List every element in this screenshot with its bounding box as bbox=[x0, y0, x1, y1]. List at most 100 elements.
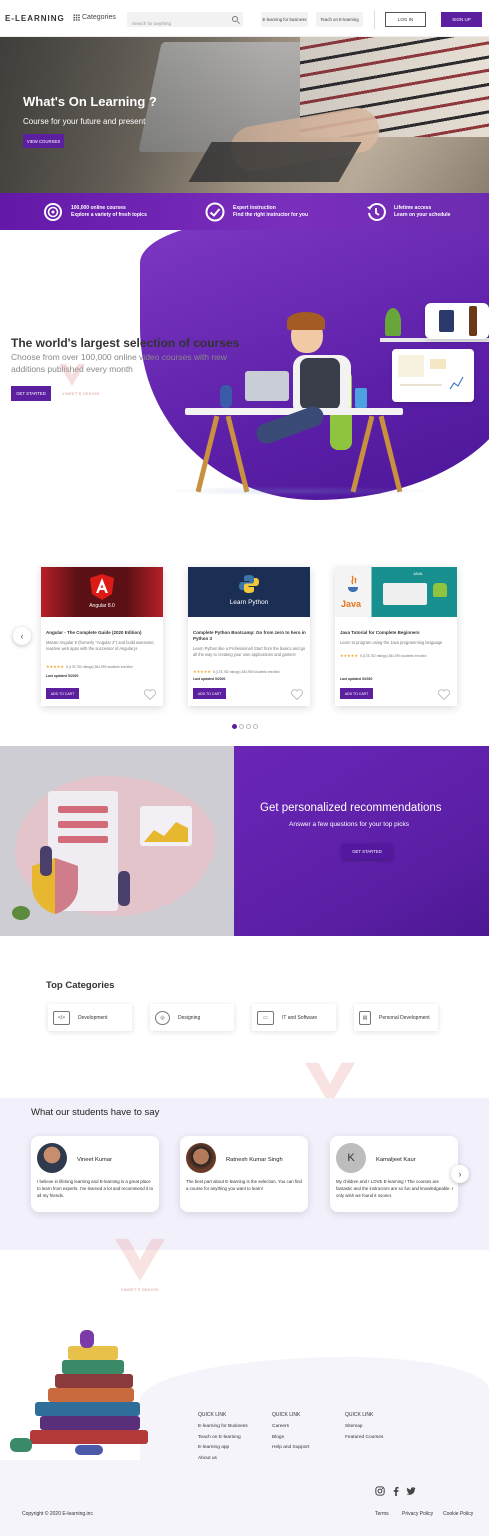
privacy-policy-link[interactable]: Privacy Policy bbox=[402, 1511, 433, 1517]
course-updated: Last updated 5/2020 bbox=[340, 677, 373, 681]
avatar: K bbox=[336, 1143, 366, 1173]
footer-column: QUICK LINK E-learning for Business Teach… bbox=[198, 1412, 248, 1464]
categories-label: Categories bbox=[82, 14, 116, 21]
course-card[interactable]: Java JAVA Java Tutorial for Complete Beg… bbox=[335, 567, 457, 706]
recommendations-section: Get personalized recommendations Answer … bbox=[0, 746, 489, 936]
category-label: Personal Development bbox=[379, 1014, 430, 1021]
category-label: Designing bbox=[178, 1014, 201, 1021]
terms-link[interactable]: Terms bbox=[375, 1511, 389, 1517]
testimonial-text: I believe in lifelong learning and E-lea… bbox=[37, 1179, 154, 1198]
python-logo-icon bbox=[239, 575, 259, 593]
testimonial-name: Vineet Kumar bbox=[77, 1157, 113, 1163]
facebook-icon[interactable] bbox=[391, 1486, 401, 1496]
hero-overlay bbox=[0, 37, 489, 193]
category-card[interactable]: ◎ Designing bbox=[150, 1004, 234, 1031]
category-card[interactable]: </> Development bbox=[48, 1004, 132, 1031]
watermark-text: VINEET'S DESIGN bbox=[121, 1288, 159, 1292]
features-strip: 100,000 online courses Explore a variety … bbox=[0, 193, 489, 230]
footer-heading: QUICK LINK bbox=[272, 1412, 301, 1418]
recommendations-get-started-button[interactable]: GET STARTED bbox=[342, 844, 392, 859]
testimonials-next-button[interactable]: › bbox=[451, 1165, 469, 1183]
carousel-prev-button[interactable]: ‹ bbox=[13, 627, 31, 645]
instagram-icon[interactable] bbox=[375, 1486, 385, 1496]
palette-icon: ◎ bbox=[155, 1010, 170, 1025]
category-card[interactable]: ▭ IT and Software bbox=[252, 1004, 336, 1031]
search-icon[interactable] bbox=[232, 16, 238, 22]
java-logo-icon bbox=[348, 575, 358, 592]
books-illustration bbox=[0, 1330, 160, 1465]
footer-link[interactable]: Careers bbox=[272, 1422, 309, 1433]
footer-background bbox=[0, 1460, 489, 1536]
carousel-dot[interactable] bbox=[239, 724, 244, 729]
get-started-button[interactable]: GET STARTED bbox=[11, 386, 51, 401]
course-updated: Last updated 5/2020 bbox=[193, 677, 226, 681]
heart-icon[interactable] bbox=[144, 689, 156, 700]
heart-icon[interactable] bbox=[438, 689, 450, 700]
testimonial-text: The best part about E-learning is the se… bbox=[186, 1179, 302, 1191]
twitter-icon[interactable] bbox=[406, 1486, 416, 1496]
course-card[interactable]: Learn Python Complete Python Bootcamp: G… bbox=[188, 567, 310, 706]
login-button[interactable]: LOG IN bbox=[385, 12, 426, 27]
carousel-dot[interactable] bbox=[232, 724, 237, 729]
footer-heading: QUICK LINK bbox=[345, 1412, 374, 1418]
category-label: IT and Software bbox=[282, 1014, 318, 1021]
footer-link[interactable]: About us bbox=[198, 1454, 248, 1465]
testimonial-card: Ratnesh Kumar Singh The best part about … bbox=[180, 1136, 308, 1212]
category-card[interactable]: ▤ Personal Development bbox=[354, 1004, 438, 1031]
chevron-left-icon: ‹ bbox=[20, 631, 24, 641]
add-to-cart-button[interactable]: ADD TO CART bbox=[46, 688, 79, 699]
footer-link[interactable]: Teach on E-learning bbox=[198, 1433, 248, 1444]
lamp-illustration bbox=[220, 385, 232, 408]
carousel-dot[interactable] bbox=[253, 724, 258, 729]
laptop-illustration bbox=[245, 371, 289, 401]
cookie-policy-link[interactable]: Cookie Policy bbox=[443, 1511, 473, 1517]
course-thumbnail: Angular 8.0 bbox=[41, 567, 163, 617]
course-title[interactable]: Java Tutorial for Complete Beginners bbox=[340, 630, 454, 636]
signup-button[interactable]: SIGN UP bbox=[441, 12, 482, 27]
footer-link[interactable]: E-learning for Business bbox=[198, 1422, 248, 1433]
footer-link[interactable]: Featured Courses bbox=[345, 1433, 383, 1444]
whiteboard-illustration bbox=[392, 349, 474, 402]
teach-button[interactable]: Teach on E-learning bbox=[316, 12, 363, 27]
feature-item: Lifetime access Learn on your schedule bbox=[366, 202, 450, 222]
search-input[interactable] bbox=[127, 16, 227, 31]
cup-illustration bbox=[355, 388, 367, 408]
site-header: E-LEARNING Categories E-learning for bus… bbox=[0, 0, 489, 37]
courses-carousel: ‹ Angular 8.0 Angular - The Complete Gui… bbox=[0, 540, 489, 740]
hero-banner: What's On Learning ? Course for your fut… bbox=[0, 37, 489, 193]
business-button[interactable]: E-learning for business bbox=[261, 12, 308, 27]
footer-link[interactable]: Sitemap bbox=[345, 1422, 383, 1433]
footer-link[interactable]: Help and Support bbox=[272, 1443, 309, 1454]
rating-text: 5 (178,782 ratings) 384,993 students enr… bbox=[65, 664, 133, 669]
carousel-dot[interactable] bbox=[246, 724, 251, 729]
keyboard-illustration bbox=[383, 583, 427, 605]
check-circle-icon bbox=[205, 202, 225, 222]
grid-icon bbox=[73, 14, 80, 21]
course-rating: ★★★★★ 5 (178,782 ratings) 384,993 studen… bbox=[193, 669, 279, 674]
course-card[interactable]: Angular 8.0 Angular - The Complete Guide… bbox=[41, 567, 163, 706]
view-courses-button[interactable]: VIEW COURSES bbox=[23, 134, 64, 148]
footer-link[interactable]: E-learning app bbox=[198, 1443, 248, 1454]
site-logo[interactable]: E-LEARNING bbox=[5, 14, 65, 23]
course-title[interactable]: Complete Python Bootcamp: Go from zero t… bbox=[193, 630, 307, 642]
plant-illustration bbox=[385, 308, 401, 336]
course-title[interactable]: Angular - The Complete Guide (2020 Editi… bbox=[46, 630, 160, 636]
footer-column: QUICK LINK Sitemap Featured Courses bbox=[345, 1412, 383, 1443]
testimonial-text: My children and I LOVE E-learning ! The … bbox=[336, 1179, 454, 1198]
hero-subtitle: Course for your future and present bbox=[23, 117, 146, 126]
recommendations-subtitle: Answer a few questions for your top pick… bbox=[289, 821, 409, 828]
course-updated: Last updated 5/2020 bbox=[46, 674, 79, 678]
chevron-right-icon: › bbox=[458, 1169, 462, 1179]
promo-section: The world's largest selection of courses… bbox=[0, 230, 489, 520]
avatar bbox=[186, 1143, 216, 1173]
android-icon bbox=[433, 583, 447, 597]
footer-link[interactable]: Blogs bbox=[272, 1433, 309, 1444]
add-to-cart-button[interactable]: ADD TO CART bbox=[340, 688, 373, 699]
heart-icon[interactable] bbox=[291, 689, 303, 700]
thumbnail-caption-secondary: JAVA bbox=[413, 571, 423, 576]
add-to-cart-button[interactable]: ADD TO CART bbox=[193, 688, 226, 699]
star-rating-icon: ★★★★★ bbox=[340, 653, 358, 658]
recommendations-illustration bbox=[0, 746, 234, 936]
categories-menu[interactable]: Categories bbox=[73, 14, 116, 21]
target-icon bbox=[44, 203, 62, 221]
